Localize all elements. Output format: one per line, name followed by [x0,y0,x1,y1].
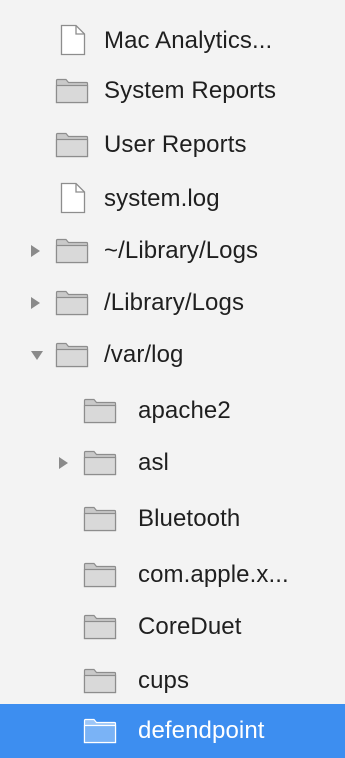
sidebar-item-com-apple-x[interactable]: com.apple.x... [0,548,345,602]
folder-icon [55,290,89,321]
folder-icon [55,132,89,163]
folder-icon [55,78,89,109]
disclosure-triangle-collapsed-icon[interactable] [31,245,40,257]
sidebar-item-coreduet[interactable]: CoreDuet [0,600,345,654]
sidebar-item-label: System Reports [104,77,277,104]
sidebar-item-apache2[interactable]: apache2 [0,384,345,438]
sidebar-item-library-logs[interactable]: /Library/Logs [0,276,345,330]
sidebar-item-label: ~/Library/Logs [104,237,259,264]
sidebar-item-label: com.apple.x... [138,561,289,588]
sidebar-item-label: system.log [104,185,220,212]
folder-icon [83,398,117,429]
disclosure-triangle-collapsed-icon[interactable] [59,457,68,469]
document-icon [60,182,86,219]
sidebar-item-label: CoreDuet [138,613,242,640]
sidebar-item-asl[interactable]: asl [0,436,345,490]
sidebar-item-system-reports[interactable]: System Reports [0,64,345,118]
sidebar-item-library-logs[interactable]: ~/Library/Logs [0,224,345,278]
sidebar-item-label: cups [138,667,190,694]
sidebar-item-label: Mac Analytics... [104,27,273,54]
sidebar-item-var-log[interactable]: /var/log [0,328,345,382]
folder-icon [83,506,117,537]
sidebar-item-cups[interactable]: cups [0,654,345,708]
document-icon [60,24,86,61]
folder-icon [83,614,117,645]
sidebar-item-bluetooth[interactable]: Bluetooth [0,492,345,546]
sidebar-item-label: /var/log [104,341,184,368]
sidebar-item-mac-analytics[interactable]: Mac Analytics... [0,14,345,68]
sidebar: Mac Analytics... System Reports User Repor… [0,0,345,758]
disclosure-triangle-expanded-icon[interactable] [31,351,43,360]
folder-icon [83,562,117,593]
folder-icon [83,668,117,699]
folder-icon [55,238,89,269]
folder-icon [83,718,117,749]
sidebar-item-defendpoint[interactable]: defendpoint [0,704,345,758]
sidebar-item-label: /Library/Logs [104,289,245,316]
sidebar-item-user-reports[interactable]: User Reports [0,118,345,172]
folder-icon [83,450,117,481]
folder-icon [55,342,89,373]
sidebar-item-label: defendpoint [138,717,265,744]
sidebar-item-label: Bluetooth [138,505,241,532]
sidebar-item-label: User Reports [104,131,247,158]
sidebar-item-system-log[interactable]: system.log [0,172,345,226]
sidebar-item-label: asl [138,449,169,476]
sidebar-item-label: apache2 [138,397,231,424]
disclosure-triangle-collapsed-icon[interactable] [31,297,40,309]
